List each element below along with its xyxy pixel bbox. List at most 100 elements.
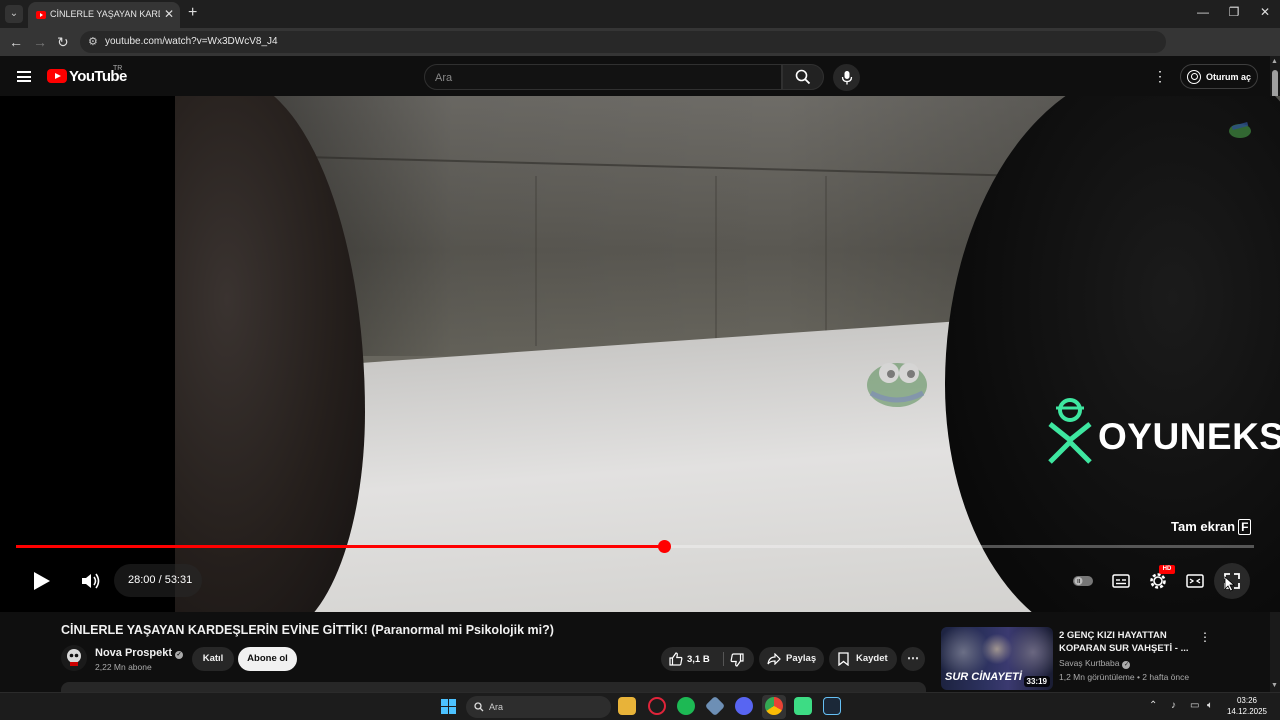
play-icon <box>34 572 50 590</box>
description-box[interactable] <box>61 682 926 692</box>
like-divider <box>723 652 724 666</box>
more-actions-button[interactable]: ⋯ <box>901 647 925 671</box>
save-button[interactable]: Kaydet <box>829 647 897 671</box>
address-bar[interactable]: ⚙ youtube.com/watch?v=Wx3DWcV8_J4 <box>80 31 1166 53</box>
taskbar-search[interactable]: Ara <box>466 696 611 718</box>
site-info-icon[interactable]: ⚙ <box>88 35 98 48</box>
recommended-channel-name[interactable]: Savaş Kurtbaba <box>1059 658 1119 668</box>
progress-played <box>16 545 665 548</box>
reload-icon[interactable]: ↻ <box>57 34 69 51</box>
search-input[interactable] <box>435 70 765 86</box>
video-frame[interactable] <box>175 96 1280 612</box>
progress-bar[interactable] <box>16 540 1254 553</box>
search-button[interactable] <box>782 64 824 90</box>
recommended-video-meta: 1,2 Mn görüntüleme • 2 hafta önce <box>1059 672 1190 682</box>
opera-icon[interactable] <box>648 697 666 715</box>
hd-badge: HD <box>1159 565 1175 574</box>
scroll-up-icon[interactable]: ▲ <box>1271 58 1278 65</box>
thumbnail-text: SUR CİNAYETİ <box>945 671 1022 683</box>
video-player[interactable]: OYUNEKS Tam ekran F 28:00 / 53:31 HD <box>0 96 1280 612</box>
video-scene-detail <box>715 176 717 346</box>
browser-tab-bar: ⌄ CİNLERLE YAŞAYAN KARDEŞLER ✕ + — ❐ ✕ <box>0 0 1280 28</box>
tray-microphone-icon[interactable]: ♪ <box>1171 700 1176 711</box>
verified-check-icon: ✓ <box>175 651 184 659</box>
fullscreen-button[interactable] <box>1214 563 1250 599</box>
share-button[interactable]: Paylaş <box>759 647 824 671</box>
scroll-down-icon[interactable]: ▼ <box>1271 682 1278 689</box>
channel-name-text[interactable]: Nova Prospekt <box>95 647 172 659</box>
tray-network-icon[interactable]: ▭ <box>1190 700 1199 711</box>
youtube-favicon-icon <box>36 11 46 19</box>
window-close-button[interactable]: ✕ <box>1250 5 1280 19</box>
video-title: CİNLERLE YAŞAYAN KARDEŞLERİN EVİNE GİTTİ… <box>61 623 554 637</box>
channel-name[interactable]: Nova Prospekt ✓ <box>95 647 184 659</box>
recommended-more-icon[interactable]: ⋮ <box>1199 630 1211 644</box>
oyuneks-logo-icon <box>1048 398 1092 464</box>
settings-button[interactable] <box>1148 571 1168 591</box>
fullscreen-tooltip: Tam ekran F <box>1171 519 1252 535</box>
tray-speaker-icon[interactable]: 🔈︎ <box>1207 700 1213 711</box>
microphone-icon <box>841 70 852 84</box>
chrome-icon[interactable] <box>765 697 783 715</box>
play-button[interactable] <box>30 570 52 592</box>
video-duration: 33:19 <box>1023 676 1050 687</box>
tab-search-menu-icon[interactable]: ⌄ <box>5 5 23 23</box>
restore-button[interactable]: ❐ <box>1219 5 1249 19</box>
search-box[interactable] <box>424 64 782 90</box>
time-display: 28:00 / 53:31 <box>114 564 202 597</box>
discord-icon[interactable] <box>735 697 753 715</box>
android-app-icon[interactable] <box>794 697 812 715</box>
recommended-video-thumbnail[interactable]: SUR CİNAYETİ 33:19 <box>941 627 1053 690</box>
skull-avatar-icon <box>67 649 81 666</box>
browser-tab[interactable]: CİNLERLE YAŞAYAN KARDEŞLER ✕ <box>28 2 180 28</box>
time-text: 28:00 / 53:31 <box>128 574 193 586</box>
forward-arrow-icon[interactable]: → <box>33 34 47 50</box>
subtitles-button[interactable] <box>1111 571 1131 591</box>
join-button[interactable]: Katıl <box>192 647 234 671</box>
fullscreen-tooltip-label: Tam ekran <box>1171 519 1236 534</box>
oyuneks-watermark: OYUNEKS <box>1046 396 1280 466</box>
mouse-cursor-icon <box>1224 576 1236 592</box>
channel-avatar[interactable] <box>61 645 87 671</box>
theater-mode-button[interactable] <box>1185 571 1205 591</box>
thumbs-down-icon[interactable] <box>730 653 744 667</box>
signin-button[interactable]: Oturum aç <box>1180 64 1258 89</box>
search-icon <box>795 69 811 85</box>
spotify-icon[interactable] <box>677 697 695 715</box>
settings-kebab-icon[interactable]: ⋮ <box>1153 68 1167 85</box>
taskbar-search-placeholder: Ara <box>489 702 504 712</box>
steam-icon[interactable] <box>823 697 841 715</box>
tab-close-icon[interactable]: ✕ <box>164 7 174 21</box>
tray-overflow-icon[interactable]: ⌃ <box>1149 700 1157 711</box>
recommended-channel[interactable]: Savaş Kurtbaba ✓ <box>1059 658 1131 669</box>
subscribe-button[interactable]: Abone ol <box>238 647 297 671</box>
browser-toolbar: ← → ↻ ⚙ youtube.com/watch?v=Wx3DWcV8_J4 … <box>0 28 1280 76</box>
signin-label: Oturum aç <box>1206 72 1252 82</box>
verified-check-icon: ✓ <box>1122 661 1131 669</box>
url-text[interactable]: youtube.com/watch?v=Wx3DWcV8_J4 <box>105 36 278 47</box>
back-arrow-icon[interactable]: ← <box>9 34 23 50</box>
thumbs-up-icon[interactable] <box>669 652 683 666</box>
clock-date: 14.12.2025 <box>1226 707 1268 716</box>
recommended-video-title[interactable]: 2 GENÇ KIZI HAYATTAN KOPARAN SUR VAHŞETİ… <box>1059 629 1189 655</box>
minimize-button[interactable]: — <box>1188 5 1218 19</box>
windows-start-icon[interactable] <box>441 699 456 714</box>
clock-time: 03:26 <box>1236 696 1258 705</box>
like-count[interactable]: 3,1 B <box>687 654 710 665</box>
voice-search-button[interactable] <box>833 64 860 91</box>
windows-taskbar: Ara ⌃ ♪ ▭ 🔈︎ 03:26 14.12.2025 <box>0 692 1280 720</box>
channel-watermark-icon[interactable] <box>1228 120 1252 140</box>
fullscreen-shortcut-key: F <box>1238 519 1252 535</box>
taskbar-clock[interactable]: 03:26 14.12.2025 <box>1226 695 1268 717</box>
autoplay-toggle[interactable] <box>1073 571 1093 591</box>
bookmark-icon <box>838 652 849 666</box>
volume-icon <box>82 574 91 588</box>
file-explorer-icon[interactable] <box>618 697 636 715</box>
app-diamond-icon[interactable] <box>704 695 726 717</box>
youtube-header: YouTube TR ⋮ Oturum aç <box>0 56 1270 96</box>
youtube-logo-icon[interactable] <box>47 69 67 83</box>
volume-button[interactable] <box>80 571 102 591</box>
tab-title: CİNLERLE YAŞAYAN KARDEŞLER <box>50 9 160 19</box>
new-tab-button[interactable]: + <box>188 4 197 22</box>
hamburger-menu-icon[interactable] <box>17 71 31 82</box>
